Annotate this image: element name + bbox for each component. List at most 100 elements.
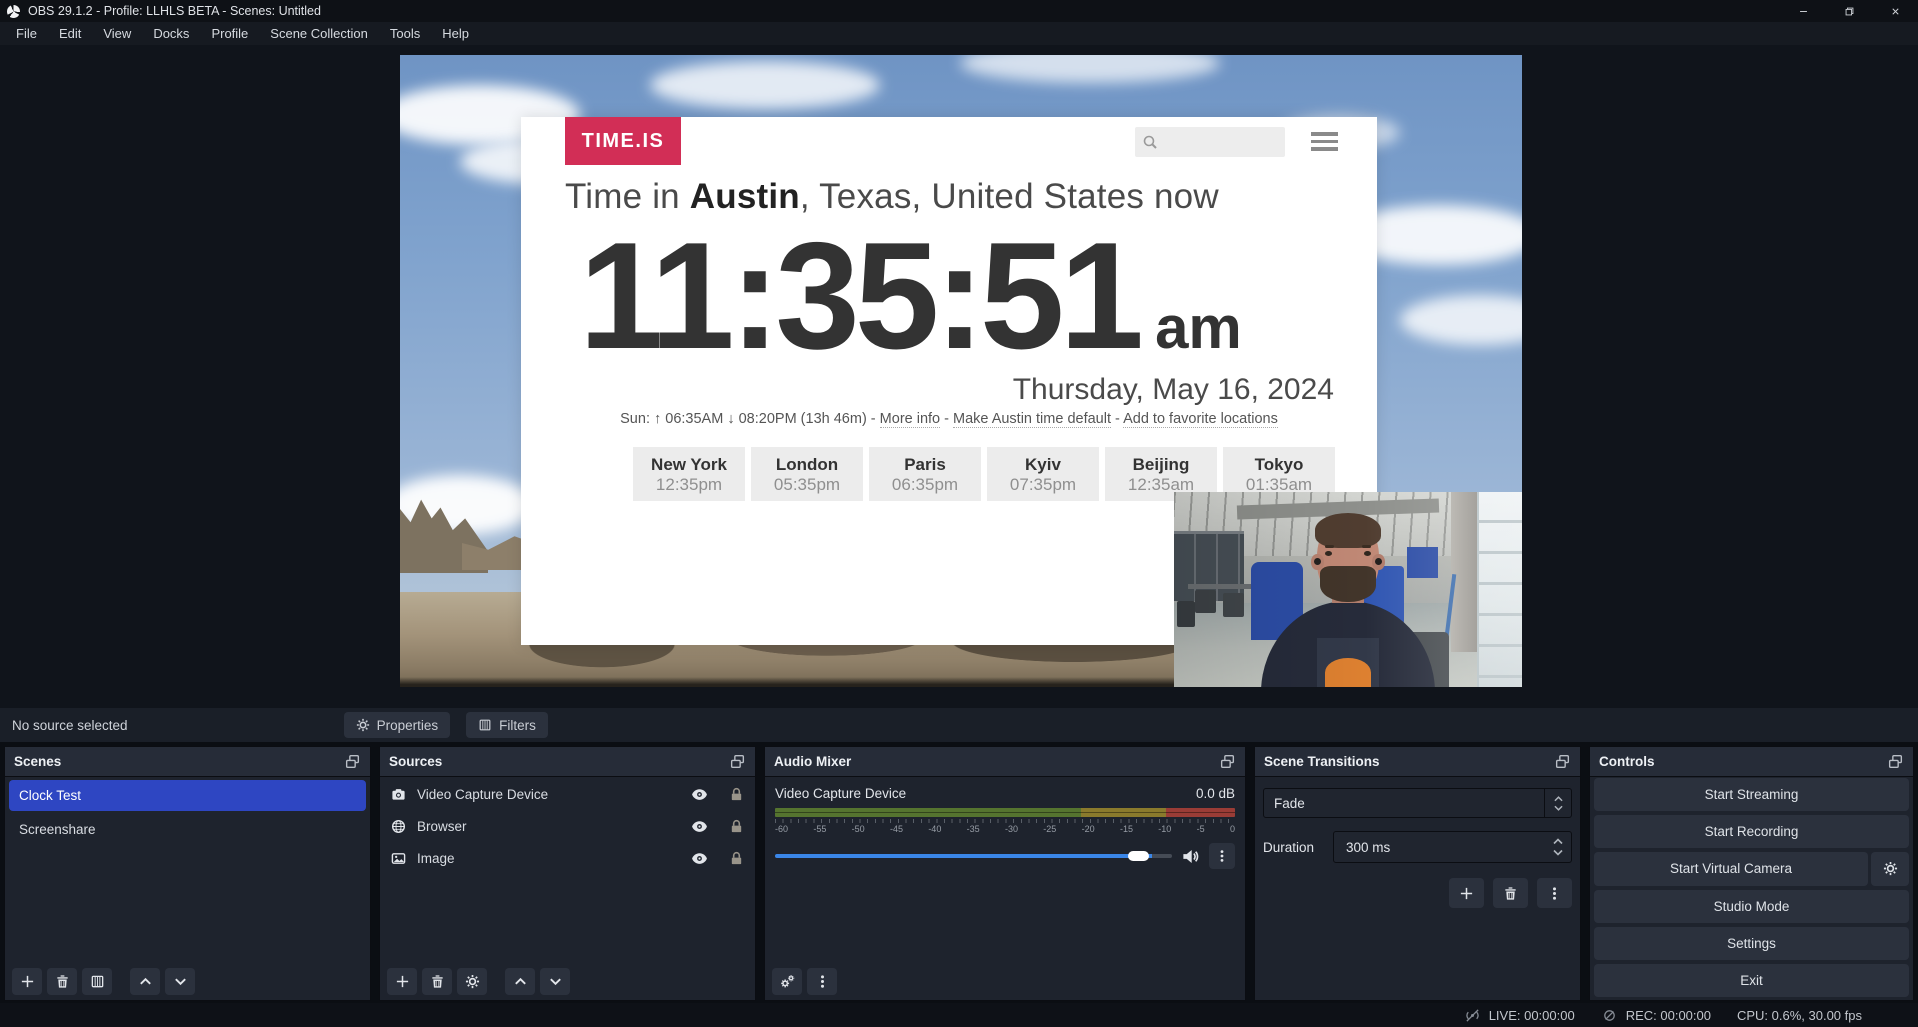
audio-mixer-header[interactable]: Audio Mixer <box>765 747 1245 777</box>
scene-item-screenshare[interactable]: Screenshare <box>9 814 366 845</box>
remove-scene-button[interactable] <box>47 968 77 995</box>
popout-icon[interactable] <box>1887 753 1904 770</box>
start-virtual-camera-button[interactable]: Start Virtual Camera <box>1594 852 1868 885</box>
studio-mode-button[interactable]: Studio Mode <box>1594 890 1909 923</box>
scene-item-clock-test[interactable]: Clock Test <box>9 780 366 811</box>
select-arrows[interactable] <box>1544 789 1571 817</box>
gear-icon <box>356 718 370 732</box>
settings-button[interactable]: Settings <box>1594 927 1909 960</box>
chevron-up-icon <box>138 974 153 989</box>
virtual-camera-settings-button[interactable] <box>1871 852 1909 885</box>
transition-menu-button[interactable] <box>1537 878 1572 908</box>
separator: - <box>940 411 953 427</box>
source-properties-button[interactable] <box>457 968 487 995</box>
popout-icon[interactable] <box>729 753 746 770</box>
menu-scene-collection[interactable]: Scene Collection <box>259 22 379 45</box>
menu-profile[interactable]: Profile <box>200 22 259 45</box>
visibility-eye-icon[interactable] <box>691 818 708 835</box>
menu-docks[interactable]: Docks <box>142 22 200 45</box>
trash-icon <box>1503 886 1518 901</box>
duration-spinbox[interactable]: 300 ms <box>1333 831 1572 863</box>
make-default-link: Make Austin time default <box>953 411 1111 428</box>
remove-transition-button[interactable] <box>1493 878 1528 908</box>
visibility-eye-icon[interactable] <box>691 850 708 867</box>
scene-filters-button[interactable] <box>82 968 112 995</box>
source-item-image[interactable]: Image <box>380 843 755 873</box>
lock-icon[interactable] <box>729 819 744 834</box>
transitions-title: Scene Transitions <box>1264 754 1380 769</box>
rec-status: REC: 00:00:00 <box>1601 1008 1711 1023</box>
move-scene-up-button[interactable] <box>130 968 160 995</box>
source-status-text: No source selected <box>12 718 128 733</box>
advanced-audio-button[interactable] <box>772 968 802 995</box>
transitions-header[interactable]: Scene Transitions <box>1255 747 1580 777</box>
menu-file[interactable]: File <box>5 22 48 45</box>
live-status: LIVE: 00:00:00 <box>1464 1008 1575 1023</box>
menu-tools[interactable]: Tools <box>379 22 431 45</box>
gear-icon <box>1883 861 1898 876</box>
world-clock: London 05:35pm <box>751 447 863 501</box>
duration-value[interactable]: 300 ms <box>1334 840 1545 855</box>
source-item-browser[interactable]: Browser <box>380 811 755 841</box>
controls-header[interactable]: Controls <box>1590 747 1913 777</box>
transition-select[interactable]: Fade <box>1263 788 1572 818</box>
live-timer: LIVE: 00:00:00 <box>1489 1008 1575 1023</box>
menu-edit[interactable]: Edit <box>48 22 92 45</box>
chevron-down-icon <box>1553 849 1563 856</box>
lock-icon[interactable] <box>729 851 744 866</box>
visibility-eye-icon[interactable] <box>691 786 708 803</box>
program-preview[interactable]: TIME.IS Time in Austin, Texas, United St… <box>400 55 1522 687</box>
move-source-down-button[interactable] <box>540 968 570 995</box>
world-clock-time: 06:35pm <box>869 475 981 495</box>
lock-icon[interactable] <box>729 787 744 802</box>
close-button[interactable] <box>1872 0 1918 22</box>
add-source-button[interactable] <box>387 968 417 995</box>
remove-source-button[interactable] <box>422 968 452 995</box>
titlebar: OBS 29.1.2 - Profile: LLHLS BETA - Scene… <box>0 0 1918 22</box>
popout-icon[interactable] <box>344 753 361 770</box>
popout-icon[interactable] <box>1219 753 1236 770</box>
world-clock-time: 05:35pm <box>751 475 863 495</box>
current-date: Thursday, May 16, 2024 <box>1013 373 1334 407</box>
mixer-channel-menu-button[interactable] <box>1209 843 1235 869</box>
sources-title: Sources <box>389 754 442 769</box>
source-select-toolbar: No source selected Properties Filters <box>0 708 1918 742</box>
exit-button[interactable]: Exit <box>1594 964 1909 997</box>
system-stats: CPU: 0.6%, 30.00 fps <box>1737 1008 1862 1023</box>
move-scene-down-button[interactable] <box>165 968 195 995</box>
start-streaming-button[interactable]: Start Streaming <box>1594 778 1909 811</box>
timeis-logo: TIME.IS <box>565 117 681 165</box>
globe-icon <box>391 819 406 834</box>
volume-slider-handle[interactable] <box>1128 851 1149 861</box>
trash-icon <box>430 974 445 989</box>
scenes-toolbar <box>12 968 363 995</box>
start-recording-button[interactable]: Start Recording <box>1594 815 1909 848</box>
menu-view[interactable]: View <box>92 22 142 45</box>
add-transition-button[interactable] <box>1449 878 1484 908</box>
stream-inactive-icon <box>1464 1008 1481 1023</box>
add-scene-button[interactable] <box>12 968 42 995</box>
mixer-toolbar <box>772 968 1238 995</box>
filter-icon <box>90 974 105 989</box>
spin-arrows[interactable] <box>1545 838 1571 856</box>
move-source-up-button[interactable] <box>505 968 535 995</box>
filters-button[interactable]: Filters <box>466 712 548 738</box>
properties-button[interactable]: Properties <box>344 712 451 738</box>
world-clock: New York 12:35pm <box>633 447 745 501</box>
minimize-button[interactable] <box>1780 0 1826 22</box>
sources-panel-header[interactable]: Sources <box>380 747 755 777</box>
scenes-panel-header[interactable]: Scenes <box>5 747 370 777</box>
timeis-search-box <box>1135 127 1285 157</box>
search-icon <box>1142 134 1158 150</box>
mixer-menu-button[interactable] <box>807 968 837 995</box>
popout-icon[interactable] <box>1554 753 1571 770</box>
dots-vertical-icon <box>815 974 830 989</box>
menu-help[interactable]: Help <box>431 22 480 45</box>
restore-button[interactable] <box>1826 0 1872 22</box>
source-item-video-capture[interactable]: Video Capture Device <box>380 779 755 809</box>
world-clock-time: 07:35pm <box>987 475 1099 495</box>
properties-label: Properties <box>377 718 439 733</box>
speaker-icon[interactable] <box>1181 847 1200 866</box>
volume-slider[interactable] <box>775 854 1172 858</box>
person-ear <box>1372 554 1384 570</box>
